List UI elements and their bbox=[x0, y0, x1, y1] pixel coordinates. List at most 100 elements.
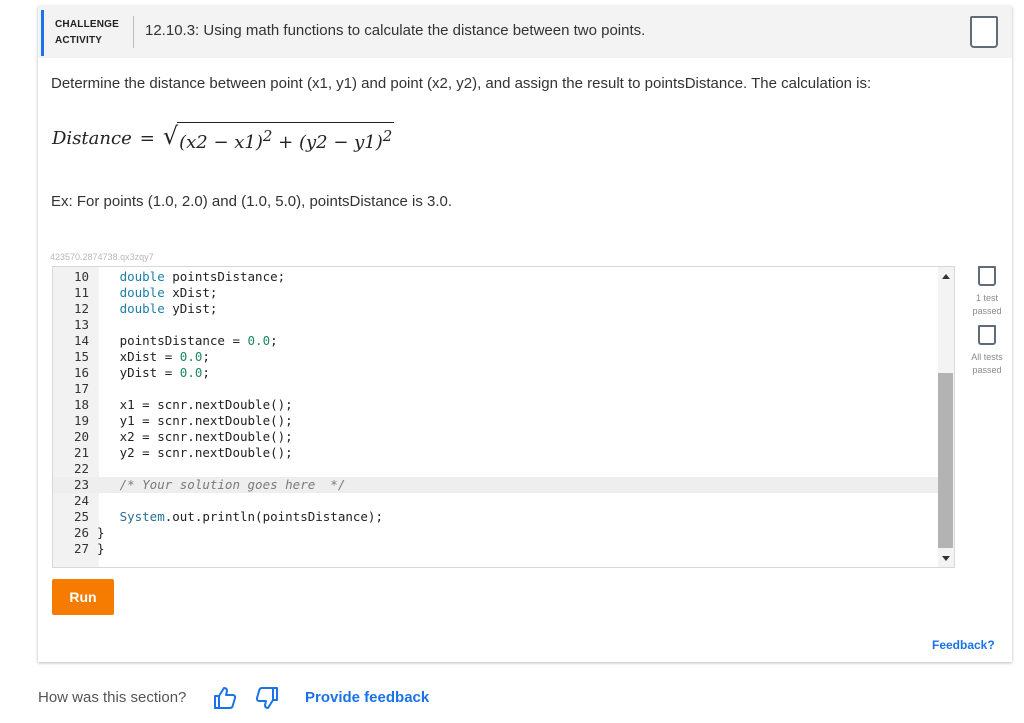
line-number: 16 bbox=[53, 365, 89, 381]
code-token: System bbox=[120, 509, 165, 524]
triangle-down-icon[interactable] bbox=[942, 556, 950, 561]
code-token: double bbox=[120, 285, 165, 300]
line-number: 10 bbox=[53, 269, 89, 285]
code-line[interactable]: 25 System.out.println(pointsDistance); bbox=[53, 509, 938, 525]
code-editor[interactable]: 10 double pointsDistance;11 double xDist… bbox=[52, 266, 955, 568]
line-number: 24 bbox=[53, 493, 89, 509]
code-line[interactable]: 23 /* Your solution goes here */ bbox=[53, 477, 938, 493]
code-line[interactable]: 10 double pointsDistance; bbox=[53, 269, 938, 285]
line-source: } bbox=[97, 525, 105, 541]
code-token: yDist; bbox=[165, 301, 218, 316]
triangle-up-icon[interactable] bbox=[942, 274, 950, 279]
code-line[interactable]: 20 x2 = scnr.nextDouble(); bbox=[53, 429, 938, 445]
exponent-b: 2 bbox=[383, 127, 393, 145]
code-token: 0.0 bbox=[248, 333, 271, 348]
activity-type-line1: CHALLENGE bbox=[55, 17, 135, 33]
code-token bbox=[97, 269, 120, 284]
activity-type-label: CHALLENGE ACTIVITY bbox=[55, 17, 135, 49]
feedback-link[interactable]: Feedback? bbox=[932, 638, 995, 652]
thumbs-up-icon[interactable] bbox=[211, 684, 239, 712]
line-number: 21 bbox=[53, 445, 89, 461]
test1-checkbox-icon bbox=[978, 266, 996, 286]
test1-status-label: 1 test passed bbox=[964, 292, 1010, 318]
code-token bbox=[97, 509, 120, 524]
line-number: 22 bbox=[53, 461, 89, 477]
radicand-term-a: (x2 − x1) bbox=[179, 132, 263, 153]
code-token: 0.0 bbox=[180, 365, 203, 380]
radical-sign-icon: √ bbox=[163, 122, 178, 154]
code-id: 423570.2874738.qx3zqy7 bbox=[50, 252, 154, 262]
code-line[interactable]: 13 bbox=[53, 317, 938, 333]
line-number: 17 bbox=[53, 381, 89, 397]
line-number: 18 bbox=[53, 397, 89, 413]
code-line[interactable]: 17 bbox=[53, 381, 938, 397]
line-number: 12 bbox=[53, 301, 89, 317]
code-line[interactable]: 15 xDist = 0.0; bbox=[53, 349, 938, 365]
line-source: pointsDistance = 0.0; bbox=[97, 333, 278, 349]
code-line[interactable]: 26} bbox=[53, 525, 938, 541]
activity-title: 12.10.3: Using math functions to calcula… bbox=[145, 22, 645, 39]
test2-label-line1: All tests bbox=[964, 351, 1010, 364]
editor-scrollbar[interactable] bbox=[938, 267, 954, 567]
line-source: xDist = 0.0; bbox=[97, 349, 210, 365]
code-token: } bbox=[97, 541, 105, 556]
test2-checkbox-icon bbox=[978, 325, 996, 345]
accent-bar bbox=[41, 10, 44, 56]
code-token: 0.0 bbox=[180, 349, 203, 364]
code-line[interactable]: 22 bbox=[53, 461, 938, 477]
code-line[interactable]: 12 double yDist; bbox=[53, 301, 938, 317]
scrollbar-thumb[interactable] bbox=[938, 373, 953, 548]
line-number: 27 bbox=[53, 541, 89, 557]
line-number: 11 bbox=[53, 285, 89, 301]
formula-equals: = bbox=[140, 128, 155, 149]
line-source: x2 = scnr.nextDouble(); bbox=[97, 429, 293, 445]
code-token: y2 = scnr.nextDouble(); bbox=[97, 445, 293, 460]
prompt-text: Determine the distance between point (x1… bbox=[51, 75, 871, 92]
code-token: ; bbox=[202, 365, 210, 380]
line-number: 15 bbox=[53, 349, 89, 365]
code-token: double bbox=[120, 301, 165, 316]
run-button[interactable]: Run bbox=[52, 579, 114, 615]
code-line[interactable]: 14 pointsDistance = 0.0; bbox=[53, 333, 938, 349]
code-token: pointsDistance = bbox=[97, 333, 248, 348]
code-line[interactable]: 11 double xDist; bbox=[53, 285, 938, 301]
code-token: y1 = scnr.nextDouble(); bbox=[97, 413, 293, 428]
activity-header: CHALLENGE ACTIVITY 12.10.3: Using math f… bbox=[38, 6, 1012, 58]
thumbs-down-icon[interactable] bbox=[253, 684, 281, 712]
radicand-term-b: (y2 − y1) bbox=[299, 132, 383, 153]
test1-label-line2: passed bbox=[964, 305, 1010, 318]
test2-label-line2: passed bbox=[964, 364, 1010, 377]
code-line[interactable]: 18 x1 = scnr.nextDouble(); bbox=[53, 397, 938, 413]
code-token: x1 = scnr.nextDouble(); bbox=[97, 397, 293, 412]
code-token: ; bbox=[202, 349, 210, 364]
section-rating-question: How was this section? bbox=[38, 689, 186, 706]
line-source: y2 = scnr.nextDouble(); bbox=[97, 445, 293, 461]
provide-feedback-link[interactable]: Provide feedback bbox=[305, 689, 429, 706]
radicand: (x2 − x1)2 + (y2 − y1)2 bbox=[177, 122, 394, 154]
code-token bbox=[97, 301, 120, 316]
example-text: Ex: For points (1.0, 2.0) and (1.0, 5.0)… bbox=[51, 193, 452, 210]
test1-label-line1: 1 test bbox=[964, 292, 1010, 305]
code-token: pointsDistance; bbox=[165, 269, 285, 284]
exponent-a: 2 bbox=[263, 127, 273, 145]
line-number: 13 bbox=[53, 317, 89, 333]
code-line[interactable]: 21 y2 = scnr.nextDouble(); bbox=[53, 445, 938, 461]
code-line[interactable]: 16 yDist = 0.0; bbox=[53, 365, 938, 381]
code-token: yDist = bbox=[97, 365, 180, 380]
line-source: y1 = scnr.nextDouble(); bbox=[97, 413, 293, 429]
completion-checkbox-icon bbox=[970, 16, 998, 48]
line-source: /* Your solution goes here */ bbox=[97, 477, 345, 493]
code-line[interactable]: 19 y1 = scnr.nextDouble(); bbox=[53, 413, 938, 429]
code-line[interactable]: 24 bbox=[53, 493, 938, 509]
code-token: double bbox=[120, 269, 165, 284]
challenge-activity-card: CHALLENGE ACTIVITY 12.10.3: Using math f… bbox=[38, 6, 1012, 662]
line-number: 19 bbox=[53, 413, 89, 429]
line-number: 25 bbox=[53, 509, 89, 525]
code-token: .out.println(pointsDistance); bbox=[165, 509, 383, 524]
line-number: 26 bbox=[53, 525, 89, 541]
code-area[interactable]: 10 double pointsDistance;11 double xDist… bbox=[53, 269, 938, 557]
code-token bbox=[97, 477, 120, 492]
code-line[interactable]: 27} bbox=[53, 541, 938, 557]
distance-formula: Distance = √ (x2 − x1)2 + (y2 − y1)2 bbox=[52, 118, 394, 158]
line-number: 20 bbox=[53, 429, 89, 445]
